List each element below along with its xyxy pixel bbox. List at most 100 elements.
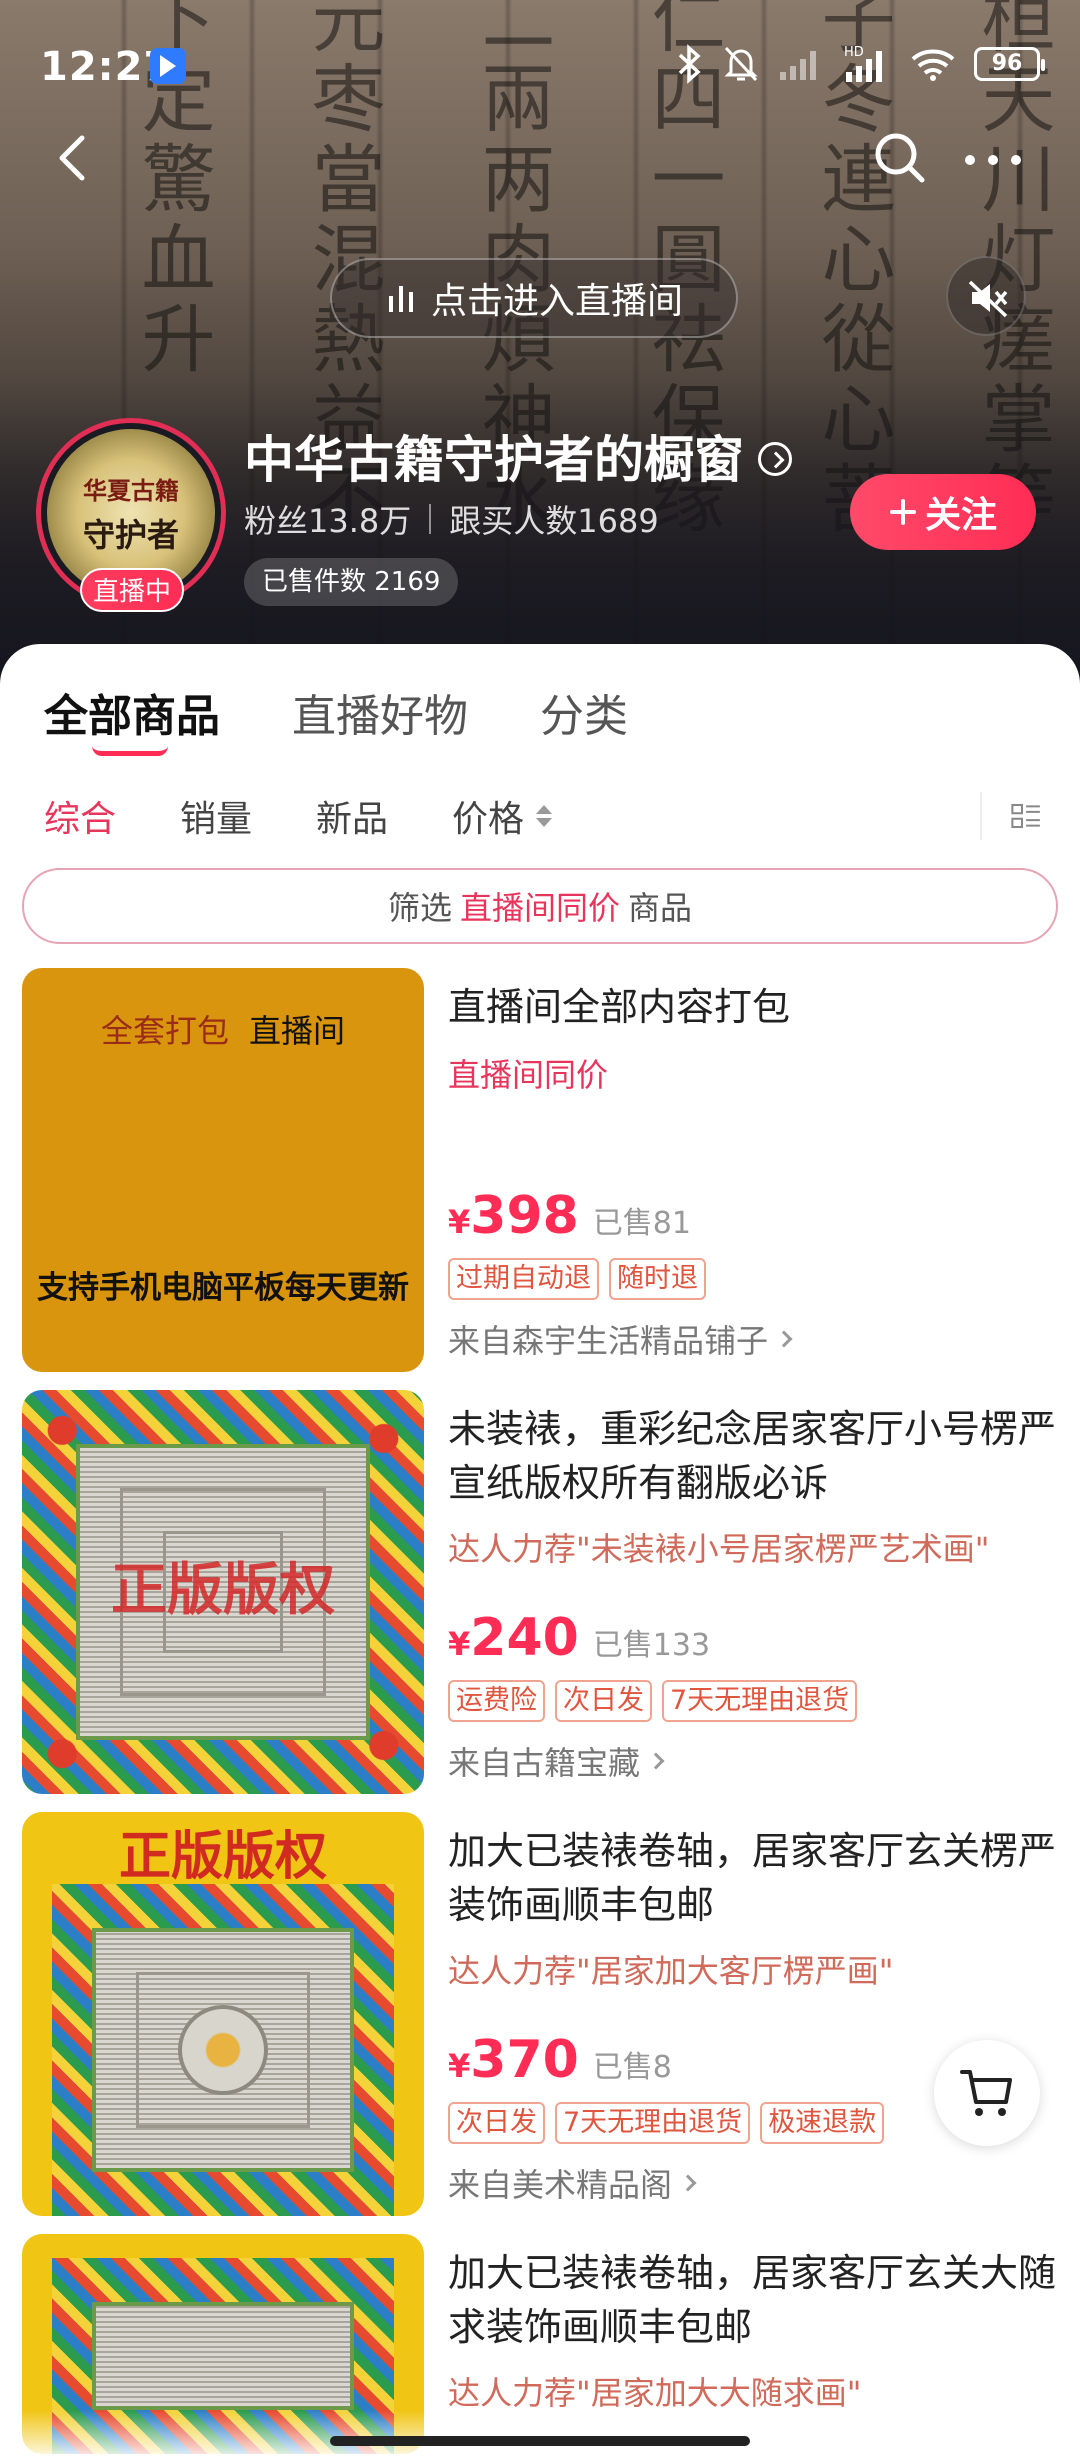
chevron-right-icon bbox=[679, 2174, 697, 2192]
plus-icon bbox=[889, 499, 916, 525]
shop-name: 来自古籍宝藏 bbox=[448, 1744, 641, 1782]
search-icon[interactable] bbox=[870, 128, 930, 188]
product-subtitle: 直播间同价 bbox=[448, 1056, 609, 1094]
battery-indicator: 96 bbox=[974, 47, 1045, 81]
product-list-sheet: 全部商品 直播好物 分类 综合 销量 新品 价格 筛选 直播间同价 商品 全套打… bbox=[0, 644, 1080, 2460]
avatar-text-main: 守护者 bbox=[82, 515, 179, 554]
status-icons: HD 96 bbox=[676, 44, 1045, 84]
same-price-filter-button[interactable]: 筛选 直播间同价 商品 bbox=[22, 868, 1058, 944]
service-tag: 7天无理由退货 bbox=[662, 1680, 858, 1722]
product-image[interactable]: 全套打包 直播间 支持手机电脑平板每天更新 bbox=[22, 968, 424, 1372]
shopping-cart-button[interactable] bbox=[934, 2040, 1040, 2146]
stat-divider bbox=[429, 504, 432, 534]
product-title[interactable]: 加大已装裱卷轴，居家客厅玄关大随求装饰画顺丰包邮 bbox=[448, 2246, 1068, 2354]
tab-label: 直播好物 bbox=[292, 691, 468, 742]
buyers-count: 跟买人数1689 bbox=[449, 502, 659, 540]
service-tag: 随时退 bbox=[609, 1258, 706, 1300]
price-currency: ¥ bbox=[448, 1203, 471, 1241]
shop-name: 来自森宇生活精品铺子 bbox=[448, 1322, 769, 1360]
service-tag: 次日发 bbox=[555, 1680, 652, 1722]
shop-name: 来自美术精品阁 bbox=[448, 2166, 673, 2204]
tab-categories[interactable]: 分类 bbox=[540, 680, 628, 744]
product-image-caption: 全套打包 直播间 bbox=[100, 1012, 346, 1050]
tab-all-products[interactable]: 全部商品 bbox=[44, 680, 220, 756]
enter-live-room-button[interactable]: 点击进入直播间 bbox=[330, 258, 738, 338]
product-recommendation: 达人力荐"居家加大客厅楞严画" bbox=[448, 1952, 894, 1990]
product-price: 370 bbox=[470, 2030, 579, 2090]
product-price: 398 bbox=[470, 1186, 579, 1246]
product-card[interactable]: 正版版权 加大已装裱卷轴，居家客厅玄关楞严装饰画顺丰包邮 达人力荐"居家加大客厅… bbox=[22, 1812, 1062, 2216]
product-price: 240 bbox=[470, 1608, 579, 1668]
sort-sales[interactable]: 销量 bbox=[180, 790, 252, 842]
bluetooth-icon bbox=[678, 44, 701, 84]
active-tab-indicator bbox=[92, 746, 168, 756]
mute-toggle-button[interactable] bbox=[946, 256, 1026, 336]
product-image[interactable]: 正版版权 bbox=[22, 1390, 424, 1794]
service-tag: 运费险 bbox=[448, 1680, 545, 1722]
shopping-cart-icon bbox=[960, 2070, 1012, 2116]
sort-bar: 综合 销量 新品 价格 bbox=[44, 788, 1044, 844]
tab-live-products[interactable]: 直播好物 bbox=[292, 680, 468, 744]
service-tag: 极速退款 bbox=[760, 2102, 885, 2144]
product-recommendation: 达人力荐"未装裱小号居家楞严艺术画" bbox=[448, 1530, 990, 1568]
product-tags: 过期自动退 随时退 bbox=[448, 1258, 706, 1300]
follow-button[interactable]: 关注 bbox=[850, 474, 1036, 550]
sold-count: 已售8 bbox=[592, 2050, 672, 2085]
chevron-right-icon bbox=[647, 1752, 665, 1770]
sort-price-label: 价格 bbox=[452, 799, 525, 840]
product-image[interactable]: 正版版权 bbox=[22, 1812, 424, 2216]
chevron-right-circle-icon bbox=[758, 442, 792, 476]
product-price-row: ¥370 已售8 bbox=[448, 2030, 672, 2090]
live-status-badge[interactable]: 直播中 bbox=[80, 568, 184, 612]
filter-highlight: 直播间同价 bbox=[459, 889, 620, 927]
enter-live-room-label: 点击进入直播间 bbox=[430, 281, 683, 322]
signal-icon-sim2: HD bbox=[844, 45, 882, 82]
service-tag: 7天无理由退货 bbox=[555, 2102, 751, 2144]
sold-count: 已售81 bbox=[592, 1206, 691, 1241]
sort-arrows-icon bbox=[536, 805, 553, 827]
product-price-row: ¥240 已售133 bbox=[448, 1608, 710, 1668]
sort-price[interactable]: 价格 bbox=[452, 790, 553, 842]
product-recommendation: 达人力荐"居家加大大随求画" bbox=[448, 2374, 862, 2412]
filter-suffix: 商品 bbox=[628, 889, 693, 927]
product-tags: 运费险 次日发 7天无理由退货 bbox=[448, 1680, 858, 1722]
more-options-icon[interactable] bbox=[958, 128, 1028, 188]
price-currency: ¥ bbox=[448, 1625, 471, 1663]
main-tabs: 全部商品 直播好物 分类 bbox=[44, 680, 628, 756]
wifi-icon bbox=[911, 49, 955, 81]
sold-count: 已售133 bbox=[592, 1628, 711, 1663]
list-layout-icon[interactable] bbox=[980, 792, 1044, 840]
product-card[interactable]: 正版版权 未装裱，重彩纪念居家客厅小号楞严宣纸版权所有翻版必诉 达人力荐"未装裱… bbox=[22, 1390, 1062, 1794]
product-image-caption: 支持手机电脑平板每天更新 bbox=[37, 1270, 409, 1306]
product-title[interactable]: 直播间全部内容打包 bbox=[448, 980, 1068, 1034]
service-tag: 次日发 bbox=[448, 2102, 545, 2144]
service-tag: 过期自动退 bbox=[448, 1258, 599, 1300]
image-watermark-text: 正版版权 bbox=[118, 1827, 327, 1887]
tab-label: 全部商品 bbox=[44, 691, 220, 742]
product-tags: 次日发 7天无理由退货 极速退款 bbox=[448, 2102, 885, 2144]
app-notification-icon bbox=[150, 48, 186, 84]
store-stats: 粉丝13.8万 跟买人数1689 bbox=[244, 496, 659, 542]
follow-label: 关注 bbox=[924, 495, 997, 536]
signal-icon-sim1 bbox=[780, 51, 816, 80]
product-title[interactable]: 未装裱，重彩纪念居家客厅小号楞严宣纸版权所有翻版必诉 bbox=[448, 1402, 1068, 1510]
avatar-text-top: 华夏古籍 bbox=[83, 475, 179, 505]
sold-count-badge: 已售件数 2169 bbox=[244, 558, 459, 606]
product-card[interactable]: 全套打包 直播间 支持手机电脑平板每天更新 直播间全部内容打包 直播间同价 ¥39… bbox=[22, 968, 1062, 1372]
product-shop-link[interactable]: 来自森宇生活精品铺子 bbox=[448, 1316, 793, 1362]
tab-label: 分类 bbox=[540, 691, 628, 742]
home-indicator[interactable] bbox=[330, 2436, 750, 2446]
product-title[interactable]: 加大已装裱卷轴，居家客厅玄关楞严装饰画顺丰包邮 bbox=[448, 1824, 1068, 1932]
svg-text:HD: HD bbox=[844, 45, 864, 60]
store-name[interactable]: 中华古籍守护者的橱窗 bbox=[244, 420, 792, 492]
sort-comprehensive[interactable]: 综合 bbox=[44, 790, 116, 842]
product-shop-link[interactable]: 来自美术精品阁 bbox=[448, 2160, 697, 2206]
speaker-muted-icon bbox=[968, 280, 1008, 318]
sort-newest[interactable]: 新品 bbox=[316, 790, 388, 842]
fans-count: 粉丝13.8万 bbox=[244, 502, 412, 540]
mute-bell-icon bbox=[724, 46, 758, 82]
product-shop-link[interactable]: 来自古籍宝藏 bbox=[448, 1738, 665, 1784]
back-arrow-icon[interactable] bbox=[44, 128, 104, 188]
status-bar: 12:27 HD 96 bbox=[0, 0, 1080, 130]
price-currency: ¥ bbox=[448, 2047, 471, 2085]
